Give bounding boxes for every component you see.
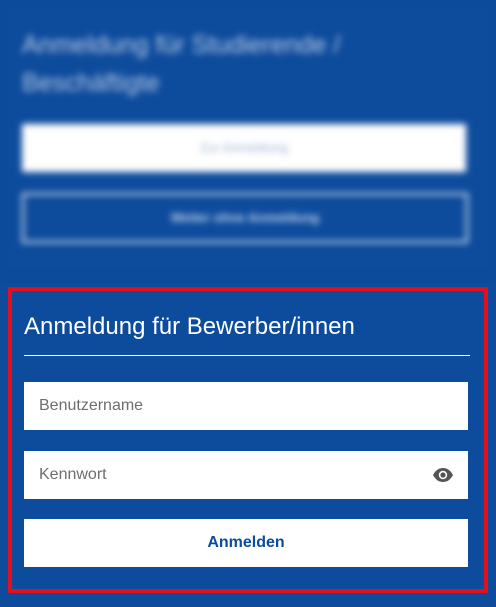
blurred-staff-login-section: Anmeldung für Studierende / Beschäftigte… xyxy=(0,0,496,275)
eye-icon-graphic xyxy=(433,468,453,482)
login-page: Anmeldung für Studierende / Beschäftigte… xyxy=(0,0,496,607)
password-field-wrapper xyxy=(24,451,468,499)
eye-icon[interactable] xyxy=(432,465,454,485)
login-button[interactable]: Anmelden xyxy=(24,519,468,567)
highlight-frame: Anmeldung für Bewerber/innen Anmelden xyxy=(8,287,488,593)
to-login-button[interactable]: Zur Anmeldung xyxy=(22,124,466,172)
title-divider xyxy=(24,355,470,356)
username-input[interactable] xyxy=(24,382,468,430)
continue-without-login-button[interactable]: Weiter ohne Anmeldung xyxy=(22,193,468,243)
applicant-login-panel: Anmeldung für Bewerber/innen Anmelden xyxy=(12,291,484,589)
password-input[interactable] xyxy=(24,451,468,499)
staff-login-title: Anmeldung für Studierende / Beschäftigte xyxy=(22,31,341,97)
applicant-login-title: Anmeldung für Bewerber/innen xyxy=(24,313,355,340)
username-field-wrapper xyxy=(24,382,468,430)
